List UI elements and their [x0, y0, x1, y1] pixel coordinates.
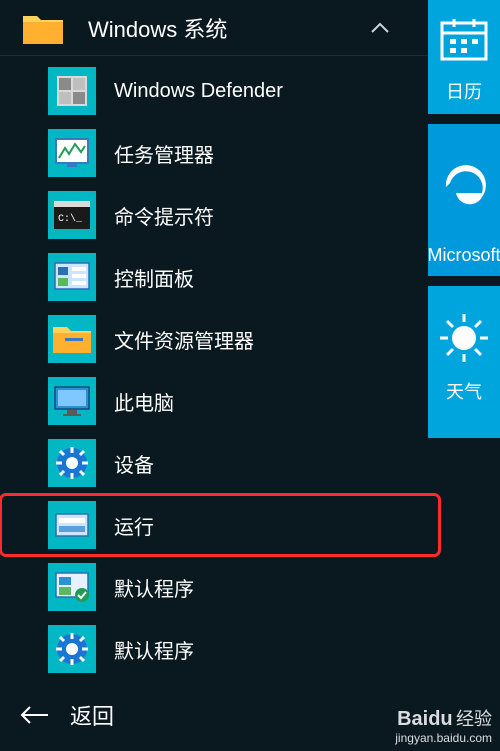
control-panel-icon [48, 253, 96, 301]
devices-icon [48, 439, 96, 487]
app-item-run[interactable]: 运行 [0, 494, 440, 556]
tile-edge[interactable]: Microsoft [428, 124, 500, 276]
app-item-devices[interactable]: 设备 [0, 432, 430, 494]
svg-text:C:\_: C:\_ [58, 213, 83, 225]
cmd-icon: C:\_ [48, 191, 96, 239]
back-button[interactable]: 返回 [0, 687, 300, 743]
file-explorer-icon [48, 315, 96, 363]
app-label: 默认程序 [114, 635, 194, 664]
watermark: Baidu 经验 jingyan.baidu.com [395, 707, 492, 745]
tile-label: 日历 [446, 78, 482, 104]
default-programs-icon [48, 563, 96, 611]
app-label: 命令提示符 [114, 201, 214, 230]
app-label: 运行 [114, 511, 154, 540]
watermark-url: jingyan.baidu.com [395, 731, 492, 745]
folder-icon [22, 10, 64, 46]
this-pc-icon [48, 377, 96, 425]
app-item-default-programs-1[interactable]: 默认程序 [0, 556, 430, 618]
chevron-up-icon [370, 22, 390, 34]
app-list: Windows Defender 任务管理器 C:\_ 命令提示符 控制面板 文… [0, 56, 430, 680]
default-programs-icon [48, 625, 96, 673]
edge-icon [428, 124, 500, 245]
app-item-windows-defender[interactable]: Windows Defender [0, 60, 430, 122]
app-label: 文件资源管理器 [114, 325, 254, 354]
folder-title: Windows 系统 [88, 12, 227, 44]
start-menu: Windows 系统 Windows Defender 任务管理器 C:\_ 命… [0, 0, 430, 751]
sun-icon [436, 310, 492, 366]
live-tiles: 日历 Microsoft 天气 [428, 0, 500, 751]
app-item-control-panel[interactable]: 控制面板 [0, 246, 430, 308]
app-item-this-pc[interactable]: 此电脑 [0, 370, 430, 432]
run-icon [48, 501, 96, 549]
arrow-left-icon [20, 706, 48, 724]
watermark-cn: 经验 [456, 709, 492, 729]
app-item-file-explorer[interactable]: 文件资源管理器 [0, 308, 430, 370]
app-item-default-programs-2[interactable]: 默认程序 [0, 618, 430, 680]
app-item-task-manager[interactable]: 任务管理器 [0, 122, 430, 184]
defender-icon [48, 67, 96, 115]
app-label: 此电脑 [114, 387, 174, 416]
watermark-brand: Baidu [397, 708, 453, 730]
tile-label: Microsoft [428, 245, 500, 266]
task-manager-icon [48, 129, 96, 177]
calendar-icon [428, 0, 500, 78]
tile-weather[interactable]: 天气 [428, 286, 500, 438]
app-label: 控制面板 [114, 263, 194, 292]
app-label: 设备 [114, 449, 154, 478]
tile-calendar[interactable]: 日历 [428, 0, 500, 114]
folder-header-windows-system[interactable]: Windows 系统 [0, 0, 430, 56]
app-label: 默认程序 [114, 573, 194, 602]
app-item-command-prompt[interactable]: C:\_ 命令提示符 [0, 184, 430, 246]
tile-label: 天气 [446, 378, 482, 404]
back-label: 返回 [70, 699, 114, 731]
app-label: Windows Defender [114, 80, 283, 103]
app-label: 任务管理器 [114, 139, 214, 168]
